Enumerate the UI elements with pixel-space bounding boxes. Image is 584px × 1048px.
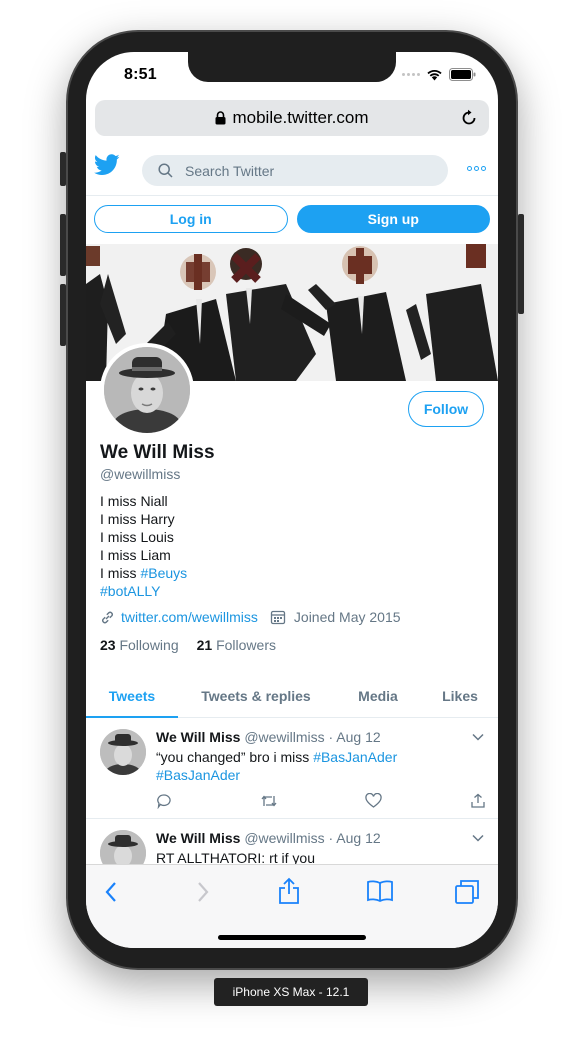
tweet-author-handle: @wewillmiss	[244, 830, 325, 846]
tweet-actions	[156, 793, 486, 813]
more-options-icon[interactable]	[467, 166, 486, 171]
followers-count: 21	[196, 637, 213, 653]
following-count-link[interactable]: 23 Following	[100, 637, 179, 653]
status-time: 8:51	[124, 66, 157, 83]
lock-icon	[215, 111, 226, 125]
following-label: Following	[119, 637, 179, 653]
bio-line: I miss Liam	[100, 547, 171, 563]
tab-likes[interactable]: Likes	[422, 674, 498, 717]
tweet-text: “you changed” bro i miss #BasJanAder #Ba…	[156, 748, 476, 784]
bio-hashtag-beuys[interactable]: #Beuys	[140, 565, 187, 581]
wifi-icon	[427, 69, 442, 81]
tweet-author-name[interactable]: We Will Miss	[156, 729, 240, 745]
device-label: iPhone XS Max - 12.1	[214, 978, 368, 1006]
tab-media[interactable]: Media	[334, 674, 422, 717]
notch	[188, 52, 396, 82]
bio-line: I miss Louis	[100, 529, 174, 545]
profile-name: We Will Miss	[100, 442, 215, 463]
profile-bio: I miss Niall I miss Harry I miss Louis I…	[100, 492, 187, 600]
status-icons	[402, 68, 476, 81]
battery-icon	[449, 68, 476, 81]
bookmarks-icon[interactable]	[366, 879, 394, 903]
tweet-author-name[interactable]: We Will Miss	[156, 830, 240, 846]
search-box[interactable]	[142, 155, 448, 186]
twitter-logo-icon[interactable]	[94, 154, 120, 176]
back-icon[interactable]	[104, 881, 118, 903]
url-text: mobile.twitter.com	[232, 108, 369, 127]
profile-avatar[interactable]	[100, 343, 194, 437]
home-indicator[interactable]	[218, 935, 366, 940]
like-icon[interactable]	[365, 793, 382, 809]
tweet-item[interactable]: We Will Miss @wewillmiss · Aug 12 “you c…	[86, 719, 498, 819]
tweet-header: We Will Miss @wewillmiss · Aug 12	[156, 830, 381, 846]
link-icon	[102, 611, 113, 623]
share-sheet-icon[interactable]	[278, 877, 300, 905]
bio-line: #botALLY	[100, 582, 187, 600]
signal-icon	[402, 73, 420, 76]
tweet-hashtag[interactable]: #BasJanAder	[313, 749, 397, 765]
tweet-text-body: “you changed” bro i miss	[156, 749, 314, 765]
tweet-hashtag[interactable]: #BasJanAder	[156, 767, 240, 783]
profile-website-link[interactable]: twitter.com/wewillmiss	[121, 609, 258, 625]
profile-handle: @wewillmiss	[100, 466, 181, 482]
search-icon	[158, 163, 173, 178]
tweet-header: We Will Miss @wewillmiss · Aug 12	[156, 729, 381, 745]
reload-icon[interactable]	[459, 108, 479, 128]
tweet-avatar[interactable]	[100, 729, 146, 775]
search-input[interactable]	[185, 162, 425, 179]
bio-line: I miss Harry	[100, 511, 175, 527]
bio-line: I miss Niall	[100, 493, 168, 509]
follow-counts: 23 Following 21 Followers	[100, 637, 276, 653]
share-icon[interactable]	[470, 793, 486, 809]
twitter-header	[86, 144, 498, 196]
follow-button[interactable]: Follow	[408, 391, 484, 427]
tab-tweets-replies[interactable]: Tweets & replies	[178, 674, 334, 717]
profile-tabs: Tweets Tweets & replies Media Likes	[86, 674, 498, 718]
profile-joined-date: Joined May 2015	[293, 609, 401, 625]
followers-count-link[interactable]: 21 Followers	[197, 637, 276, 653]
tweet-date[interactable]: · Aug 12	[329, 729, 381, 745]
reply-icon[interactable]	[156, 793, 172, 809]
tweet-author-handle: @wewillmiss	[244, 729, 325, 745]
volume-up-button	[60, 214, 66, 276]
following-count: 23	[100, 637, 116, 653]
power-button	[518, 214, 524, 314]
bio-hashtag-botally[interactable]: #botALLY	[100, 583, 160, 599]
tab-tweets[interactable]: Tweets	[86, 674, 178, 718]
tabs-icon[interactable]	[454, 879, 480, 905]
calendar-icon	[270, 610, 286, 625]
silent-switch	[60, 152, 66, 186]
bio-text: I miss	[100, 565, 141, 581]
auth-buttons: Log in Sign up	[94, 205, 490, 233]
profile-meta: twitter.com/wewillmiss Joined May 2015	[100, 609, 401, 625]
chevron-down-icon[interactable]	[472, 834, 484, 842]
retweet-icon[interactable]	[260, 793, 278, 809]
address-bar[interactable]: mobile.twitter.com	[95, 100, 489, 136]
tweet-date[interactable]: · Aug 12	[329, 830, 381, 846]
avatar-portrait	[104, 347, 190, 433]
bio-line: I miss #Beuys	[100, 564, 187, 582]
signup-button[interactable]: Sign up	[296, 205, 490, 233]
volume-down-button	[60, 284, 66, 346]
chevron-down-icon[interactable]	[472, 733, 484, 741]
forward-icon[interactable]	[196, 881, 210, 903]
login-button[interactable]: Log in	[94, 205, 288, 233]
phone-screen: 8:51 mobile.twitter.com Log in Sign up	[86, 52, 498, 948]
followers-label: Followers	[216, 637, 276, 653]
